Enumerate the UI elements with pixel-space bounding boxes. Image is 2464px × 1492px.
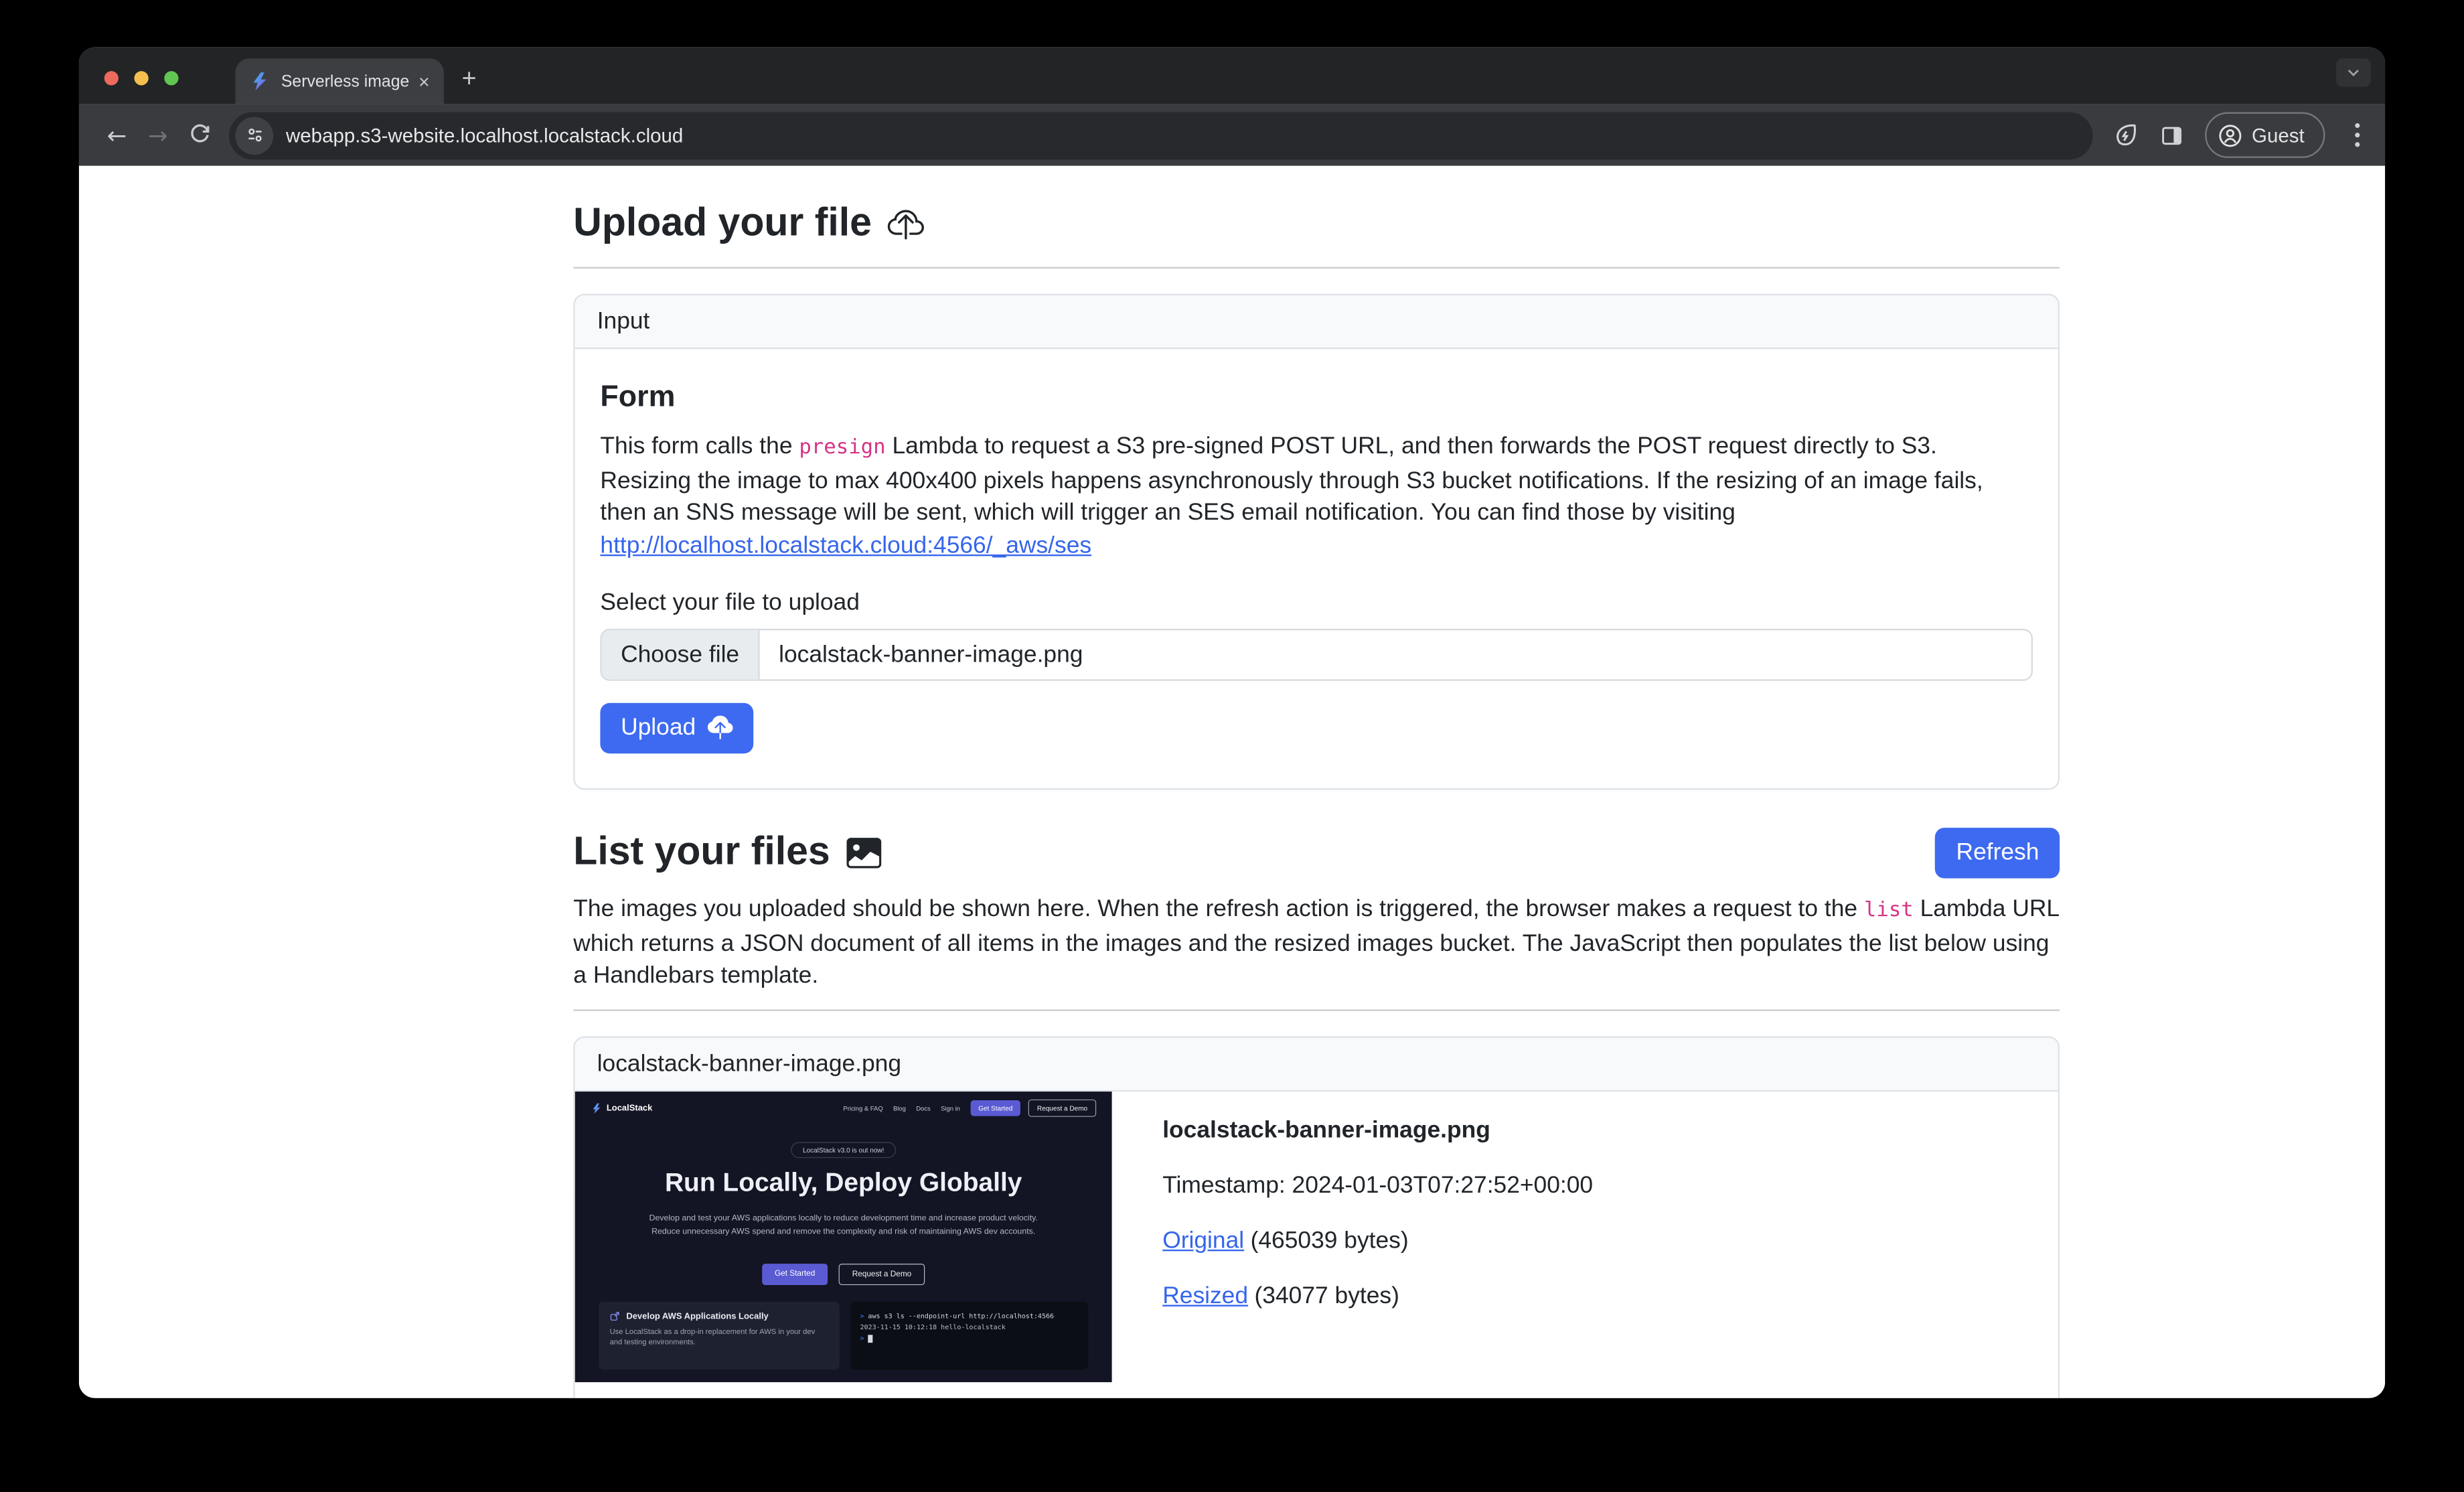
new-tab-button[interactable]: +	[452, 63, 487, 98]
input-card: Input Form This form calls the presign L…	[573, 294, 2060, 790]
presign-code: presign	[799, 436, 885, 459]
banner-nav-pricing: Pricing & FAQ	[843, 1104, 882, 1112]
banner-bottom-cards: Develop AWS Applications Locally Use Loc…	[599, 1302, 1088, 1369]
back-icon[interactable]: ←	[96, 121, 137, 149]
list-code: list	[1864, 899, 1914, 922]
banner-nav-docs: Docs	[916, 1104, 931, 1112]
localstack-banner: LocalStack Pricing & FAQ Blog Docs Sign …	[575, 1092, 1112, 1382]
form-title: Form	[600, 381, 2033, 416]
browser-toolbar: ← → webapp.s3-website.localhost.localsta…	[79, 104, 2385, 166]
upload-button[interactable]: Upload	[600, 702, 753, 753]
file-input[interactable]: Choose file localstack-banner-image.png	[600, 628, 2033, 680]
original-size: (465039 bytes)	[1251, 1227, 1409, 1254]
menu-dots-icon[interactable]	[2345, 123, 2368, 147]
file-thumbnail-image: LocalStack Pricing & FAQ Blog Docs Sign …	[575, 1092, 1112, 1382]
banner-nav-request-demo: Request a Demo	[1028, 1100, 1096, 1117]
localstack-favicon-icon	[250, 71, 271, 92]
toolbar-right: Guest	[2111, 112, 2368, 157]
file-resized-row: Resized (34077 bytes)	[1162, 1282, 1593, 1309]
browser-window: Serverless image resizer × + ← →	[79, 48, 2385, 1398]
terminal-line1: aws s3 ls --endpoint-url http://localhos…	[868, 1313, 1054, 1321]
ses-link[interactable]: http://localhost.localstack.cloud:4566/_…	[600, 532, 1091, 559]
terminal-cursor	[868, 1335, 872, 1343]
box-arrow-icon	[610, 1311, 620, 1321]
file-title: localstack-banner-image.png	[1162, 1117, 1593, 1144]
upload-button-label: Upload	[621, 715, 696, 741]
banner-badge: LocalStack v3.0 is out now!	[791, 1142, 896, 1158]
banner-cta-request-demo: Request a Demo	[839, 1264, 925, 1285]
banner-subtext: Develop and test your AWS applications l…	[646, 1211, 1041, 1238]
choose-file-button[interactable]: Choose file	[602, 630, 760, 679]
chevron-down-icon[interactable]	[2336, 58, 2371, 86]
banner-feature-card: Develop AWS Applications Locally Use Loc…	[599, 1302, 840, 1369]
profile-button[interactable]: Guest	[2204, 112, 2325, 157]
file-card-body: LocalStack Pricing & FAQ Blog Docs Sign …	[575, 1092, 2058, 1398]
site-settings-icon[interactable]	[235, 116, 273, 154]
banner-ctas: Get Started Request a Demo	[575, 1264, 1112, 1285]
banner-feature-text: Use LocalStack as a drop-in replacement …	[610, 1327, 829, 1347]
input-card-header: Input	[575, 295, 2058, 349]
list-description: The images you uploaded should be shown …	[573, 894, 2060, 994]
banner-nav-blog: Blog	[893, 1104, 906, 1112]
terminal-prompt: >	[860, 1313, 864, 1321]
banner-nav-get-started: Get Started	[970, 1100, 1020, 1116]
minimize-window-button[interactable]	[135, 71, 149, 85]
side-panel-icon[interactable]	[2159, 123, 2184, 148]
page-content: Upload your file Input Form This form ca…	[79, 166, 2385, 1398]
banner-nav-links: Pricing & FAQ Blog Docs Sign in	[843, 1104, 960, 1112]
screenshot-stage: Serverless image resizer × + ← →	[0, 0, 2464, 1492]
list-heading-row: List your files Refresh	[573, 828, 2060, 878]
form-description-text: This form calls the	[600, 433, 799, 459]
banner-brand-text: LocalStack	[607, 1104, 653, 1113]
forward-icon[interactable]: →	[137, 121, 178, 149]
file-card: localstack-banner-image.png LocalStack	[573, 1036, 2060, 1398]
file-card-header: localstack-banner-image.png	[575, 1038, 2058, 1092]
browser-tab[interactable]: Serverless image resizer ×	[235, 58, 443, 104]
file-original-row: Original (465039 bytes)	[1162, 1227, 1593, 1254]
tab-strip: Serverless image resizer × +	[79, 48, 2385, 104]
cloud-upload-icon	[888, 206, 924, 242]
close-tab-icon[interactable]: ×	[418, 72, 430, 90]
form-description: This form calls the presign Lambda to re…	[600, 431, 2033, 564]
banner-terminal: > aws s3 ls --endpoint-url http://localho…	[850, 1302, 1088, 1369]
list-heading-text: List your files	[573, 830, 830, 875]
divider	[573, 267, 2060, 269]
banner-nav: LocalStack Pricing & FAQ Blog Docs Sign …	[591, 1100, 1096, 1117]
list-description-text: The images you uploaded should be shown …	[573, 895, 1864, 922]
reload-icon[interactable]	[179, 123, 220, 147]
window-controls	[104, 71, 179, 85]
original-link[interactable]: Original	[1162, 1227, 1244, 1254]
localstack-logo-icon	[591, 1102, 603, 1114]
url-bar[interactable]: webapp.s3-website.localhost.localstack.c…	[229, 111, 2092, 159]
zoom-window-button[interactable]	[164, 71, 178, 85]
file-input-value: localstack-banner-image.png	[760, 630, 1102, 679]
cloud-upload-fill-icon	[707, 715, 733, 741]
input-card-body: Form This form calls the presign Lambda …	[575, 349, 2058, 788]
file-input-label: Select your file to upload	[600, 589, 2033, 615]
profile-label: Guest	[2252, 124, 2305, 146]
upload-heading: Upload your file	[573, 201, 2060, 246]
resized-link[interactable]: Resized	[1162, 1282, 1248, 1309]
file-timestamp: Timestamp: 2024-01-03T07:27:52+00:00	[1162, 1172, 1593, 1199]
file-details: localstack-banner-image.png Timestamp: 2…	[1112, 1092, 1593, 1310]
battery-saver-icon[interactable]	[2111, 122, 2138, 149]
upload-heading-text: Upload your file	[573, 201, 872, 246]
list-heading: List your files	[573, 830, 880, 875]
resized-size: (34077 bytes)	[1255, 1282, 1399, 1309]
terminal-line2: 2023-11-15 10:12:18 hello-localstack	[860, 1322, 1079, 1333]
terminal-prompt2: >	[860, 1335, 864, 1343]
close-window-button[interactable]	[104, 71, 119, 85]
banner-feature-title: Develop AWS Applications Locally	[626, 1311, 768, 1321]
image-icon	[846, 835, 880, 870]
refresh-button[interactable]: Refresh	[1936, 828, 2060, 878]
banner-headline: Run Locally, Deploy Globally	[575, 1167, 1112, 1197]
divider	[573, 1009, 2060, 1011]
url-text[interactable]: webapp.s3-website.localhost.localstack.c…	[286, 124, 683, 146]
banner-cta-get-started: Get Started	[762, 1264, 828, 1285]
person-circle-icon	[2217, 123, 2242, 148]
banner-brand: LocalStack	[591, 1102, 652, 1114]
banner-nav-signin: Sign in	[941, 1104, 960, 1112]
tab-title: Serverless image resizer	[281, 72, 409, 90]
